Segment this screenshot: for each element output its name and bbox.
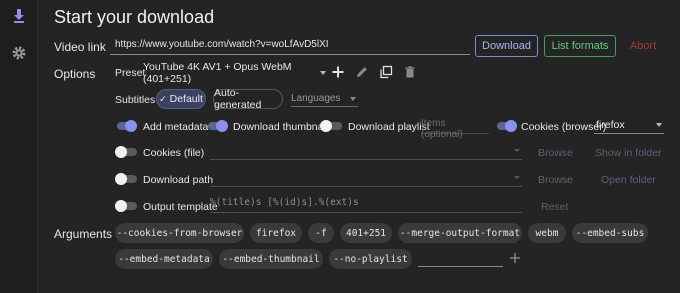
abort-button[interactable]: Abort	[622, 35, 664, 57]
playlist-items-input[interactable]: Items (optional)	[421, 118, 489, 140]
download-path-input[interactable]	[210, 171, 522, 187]
edit-preset-icon[interactable]	[355, 65, 369, 79]
languages-select[interactable]: Languages	[291, 91, 358, 107]
preset-label: Preset	[115, 67, 146, 79]
download-button[interactable]: Download	[475, 35, 538, 57]
add-argument-input[interactable]	[418, 250, 503, 267]
check-icon: ✓	[159, 93, 167, 104]
page-title: Start your download	[54, 7, 215, 27]
argument-chip[interactable]: firefox	[250, 223, 302, 243]
cookies-file-label: Cookies (file)	[143, 147, 205, 159]
download-path-label: Download path	[143, 174, 214, 186]
argument-chip[interactable]: 401+251	[340, 223, 392, 243]
download-path-browse-button[interactable]: Browse	[538, 174, 573, 186]
subtitles-auto-chip[interactable]: Auto-generated	[213, 87, 283, 111]
gear-icon[interactable]	[11, 45, 27, 61]
cookies-browser-toggle[interactable]	[495, 120, 517, 132]
chevron-down-icon	[350, 96, 356, 101]
chevron-down-icon	[514, 149, 520, 152]
video-link-input[interactable]: https://www.youtube.com/watch?v=woLfAvD5…	[110, 35, 470, 55]
browser-select[interactable]: firefox	[594, 117, 664, 134]
side-rail	[0, 0, 38, 293]
add-metadata-toggle[interactable]	[115, 120, 137, 132]
preset-value: YouTube 4K AV1 + Opus WebM (401+251)	[143, 60, 292, 85]
delete-preset-icon[interactable]	[403, 65, 417, 79]
output-template-input[interactable]: %(title)s [%(id)s].%(ext)s	[210, 197, 522, 213]
argument-chip[interactable]: --embed-subs	[572, 223, 648, 243]
download-icon[interactable]	[11, 8, 27, 24]
chevron-down-icon	[656, 123, 662, 127]
argument-chip[interactable]: webm	[528, 223, 566, 243]
open-folder-button[interactable]: Open folder	[601, 174, 656, 186]
argument-chip[interactable]: --embed-thumbnail	[219, 249, 323, 269]
add-preset-icon[interactable]	[331, 65, 345, 79]
argument-chip[interactable]: --merge-output-format	[398, 223, 522, 243]
copy-preset-icon[interactable]	[379, 65, 393, 79]
subtitles-label: Subtitles	[115, 94, 156, 106]
reset-template-button[interactable]: Reset	[541, 201, 568, 213]
options-label: Options	[54, 67, 96, 81]
cookies-file-input[interactable]	[210, 144, 522, 160]
add-metadata-label: Add metadata	[143, 121, 209, 133]
cookies-file-toggle[interactable]	[115, 146, 137, 158]
add-argument-icon[interactable]	[509, 252, 521, 264]
preset-select[interactable]: YouTube 4K AV1 + Opus WebM (401+251)	[143, 61, 326, 85]
output-template-toggle[interactable]	[115, 200, 137, 212]
cookies-show-in-folder-button[interactable]: Show in folder	[595, 147, 662, 159]
download-path-toggle[interactable]	[115, 173, 137, 185]
download-thumbnail-label: Download thumbnail	[233, 121, 329, 133]
download-playlist-toggle[interactable]	[320, 120, 342, 132]
download-playlist-label: Download playlist	[348, 121, 430, 133]
download-thumbnail-toggle[interactable]	[206, 120, 228, 132]
argument-chip[interactable]: --embed-metadata	[115, 249, 213, 269]
argument-chip[interactable]: --no-playlist	[329, 249, 412, 269]
argument-chip[interactable]: -f	[308, 223, 334, 243]
arguments-label: Arguments	[54, 227, 113, 241]
output-template-label: Output template	[143, 201, 218, 213]
cookies-browse-button[interactable]: Browse	[538, 147, 573, 159]
argument-chip[interactable]: --cookies-from-browser	[115, 223, 244, 243]
video-link-label: Video link	[54, 40, 106, 54]
list-formats-button[interactable]: List formats	[544, 35, 616, 57]
chevron-down-icon	[514, 176, 520, 179]
chevron-down-icon	[320, 70, 326, 75]
subtitles-default-chip[interactable]: ✓ Default	[156, 89, 206, 109]
